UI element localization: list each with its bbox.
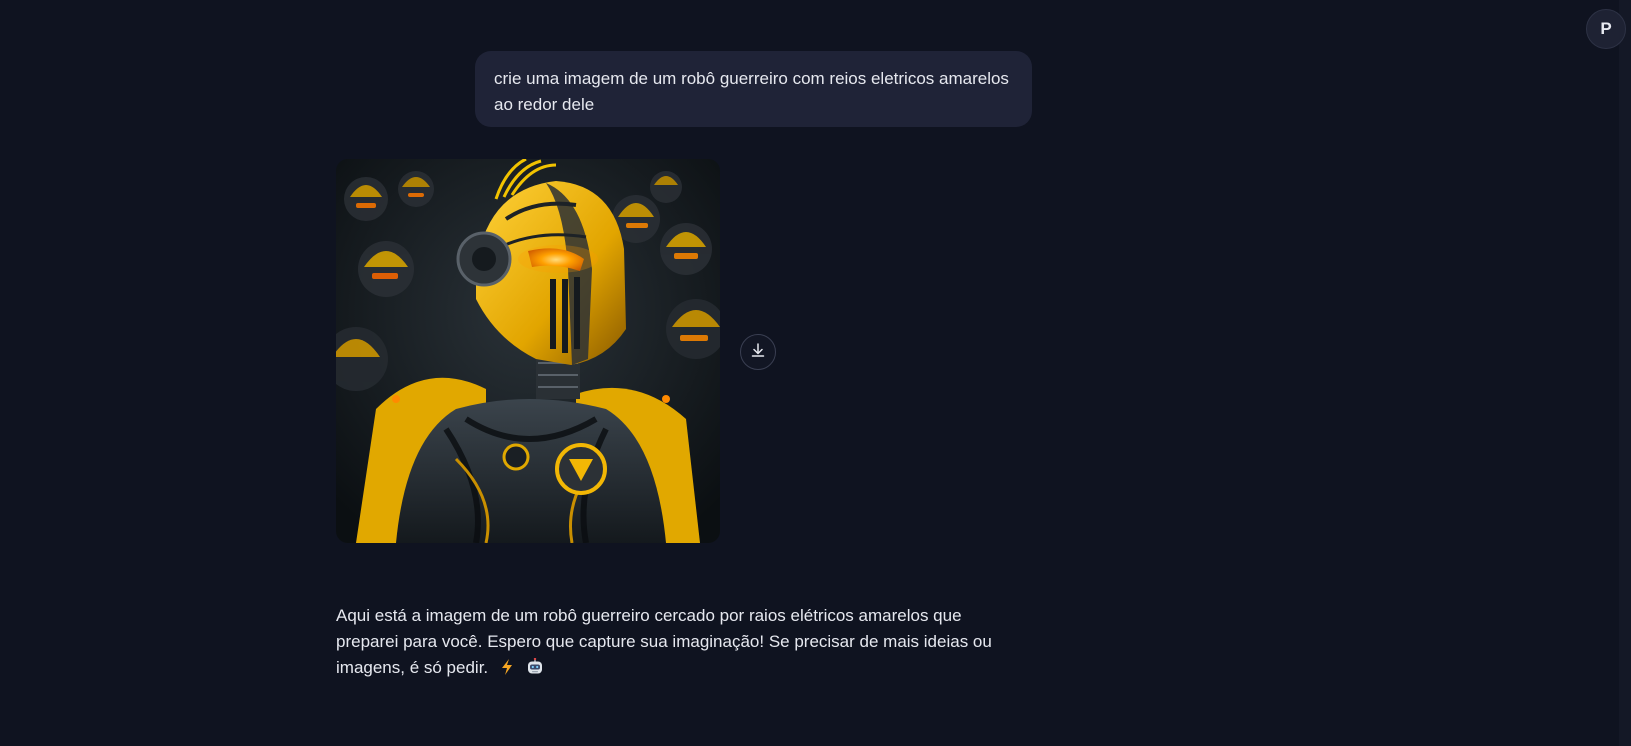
user-message-text: crie uma imagem de um robô guerreiro com… — [494, 69, 1009, 114]
chat-page: P crie uma imagem de um robô guerreiro c… — [0, 0, 1631, 746]
avatar-initial: P — [1600, 19, 1612, 38]
assistant-message-text: Aqui está a imagem de um robô guerreiro … — [336, 606, 992, 677]
lightning-emoji-icon — [499, 658, 515, 684]
download-icon — [750, 342, 766, 363]
assistant-message: Aqui está a imagem de um robô guerreiro … — [336, 603, 1016, 684]
download-image-button[interactable] — [740, 334, 776, 370]
robot-emoji-icon — [526, 657, 544, 684]
robot-illustration — [336, 159, 720, 543]
user-message-bubble: crie uma imagem de um robô guerreiro com… — [475, 51, 1032, 127]
generated-robot-image[interactable] — [336, 159, 720, 543]
user-avatar[interactable]: P — [1586, 9, 1626, 49]
scrollbar-track[interactable] — [1619, 0, 1631, 746]
